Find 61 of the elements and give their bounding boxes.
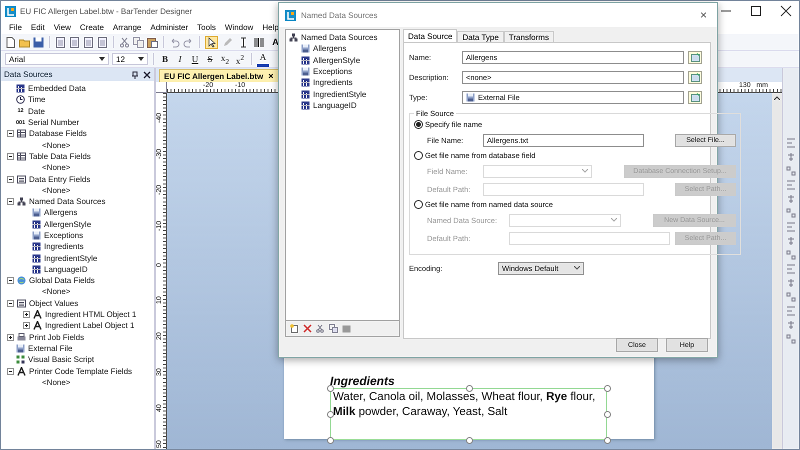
tree-item[interactable]: Exceptions — [3, 230, 154, 242]
tree-item[interactable]: Ingredients — [289, 77, 353, 88]
font-dropdown[interactable]: Arial — [5, 53, 109, 65]
tab[interactable]: Data Source — [403, 29, 458, 42]
tree-item[interactable]: Allergens — [289, 43, 346, 55]
bold-button[interactable]: B — [159, 52, 171, 66]
tree-item[interactable]: IngredientStyle — [3, 252, 154, 264]
italic-button[interactable]: I — [174, 52, 186, 66]
tree-item[interactable]: Visual Basic Script — [3, 354, 154, 366]
menu-item[interactable]: Tools — [197, 23, 216, 32]
tree-item[interactable]: Global Data Fields — [3, 275, 154, 286]
tree-item[interactable]: <None> — [3, 286, 154, 298]
ingredients-text: Water, Canola oil, Molasses, Wheat flour, Rye flour, Milk powder, Caraway, Yeast, Salt — [333, 390, 596, 420]
tree-item[interactable]: AllergenStyle — [289, 54, 360, 66]
tree-item[interactable]: Database Fields — [3, 128, 154, 140]
menu-item[interactable]: Edit — [30, 23, 45, 32]
tree-item[interactable]: Exceptions — [289, 66, 352, 78]
tab-close-button[interactable]: × — [268, 72, 274, 80]
tree-item[interactable]: Ingredient Label Object 1 — [3, 320, 154, 332]
text-tool-button[interactable]: A — [269, 36, 282, 48]
menu-item[interactable]: Create — [80, 23, 104, 32]
tree-item[interactable]: <None> — [3, 376, 154, 388]
tree-item[interactable]: IngredientStyle — [289, 88, 366, 100]
tree-item[interactable]: Ingredients — [3, 241, 154, 252]
menu-item[interactable]: File — [9, 23, 22, 32]
tree-item[interactable]: Allergens — [3, 207, 154, 219]
tab[interactable]: Data Type — [457, 31, 504, 42]
tree-item[interactable]: <None> — [3, 184, 154, 196]
size-dropdown[interactable]: 12 — [112, 53, 148, 65]
tree-item[interactable]: Named Data Sources — [3, 196, 154, 208]
tree-item[interactable]: Table Data Fields — [3, 150, 154, 162]
tree-item[interactable]: LanguageID — [3, 264, 154, 276]
tree-item[interactable]: Print Job Fields — [3, 332, 154, 343]
menu-item[interactable]: View — [54, 23, 71, 32]
document-tab[interactable]: EU FIC Allergen Label.btw × — [159, 69, 279, 82]
menu-item[interactable]: Administer — [150, 23, 188, 32]
label-heading[interactable]: Ingredients — [330, 374, 395, 388]
strike-button[interactable]: S — [204, 52, 216, 66]
sub-button[interactable]: x$_{2}$ — [219, 52, 231, 66]
tree-item[interactable]: Embedded Data — [3, 83, 154, 94]
underline-button[interactable]: U — [189, 52, 201, 66]
tree-item[interactable]: <None> — [3, 139, 154, 151]
tree-item[interactable]: AllergenStyle — [3, 218, 154, 230]
close-button[interactable]: × — [696, 8, 711, 22]
menu-item[interactable]: Help — [262, 23, 279, 32]
tree-item[interactable]: Object Values — [3, 298, 154, 309]
window-title: EU FIC Allergen Label.btw - BarTender Designer — [20, 6, 192, 16]
menu-item[interactable]: Arrange — [112, 23, 142, 32]
tree-item[interactable]: Named Data Sources — [289, 32, 378, 44]
sup-button[interactable]: x$^{2}$ — [234, 52, 246, 66]
tree-item[interactable]: LanguageID — [289, 100, 357, 112]
tree-item[interactable]: Printer Code Template Fields — [3, 365, 154, 377]
tree-item[interactable]: Ingredient HTML Object 1 — [3, 308, 154, 320]
tree-item[interactable]: Time — [3, 94, 154, 106]
tree-item[interactable]: External File — [3, 342, 154, 354]
tree-item[interactable]: Data Entry Fields — [3, 173, 154, 185]
dialog-title: Named Data Sources — [301, 10, 378, 20]
tree-item[interactable]: <None> — [3, 162, 154, 174]
menu-item[interactable]: Window — [224, 23, 254, 32]
tab[interactable]: Transforms — [504, 31, 554, 42]
panel-title: Data Sources — [4, 70, 54, 79]
